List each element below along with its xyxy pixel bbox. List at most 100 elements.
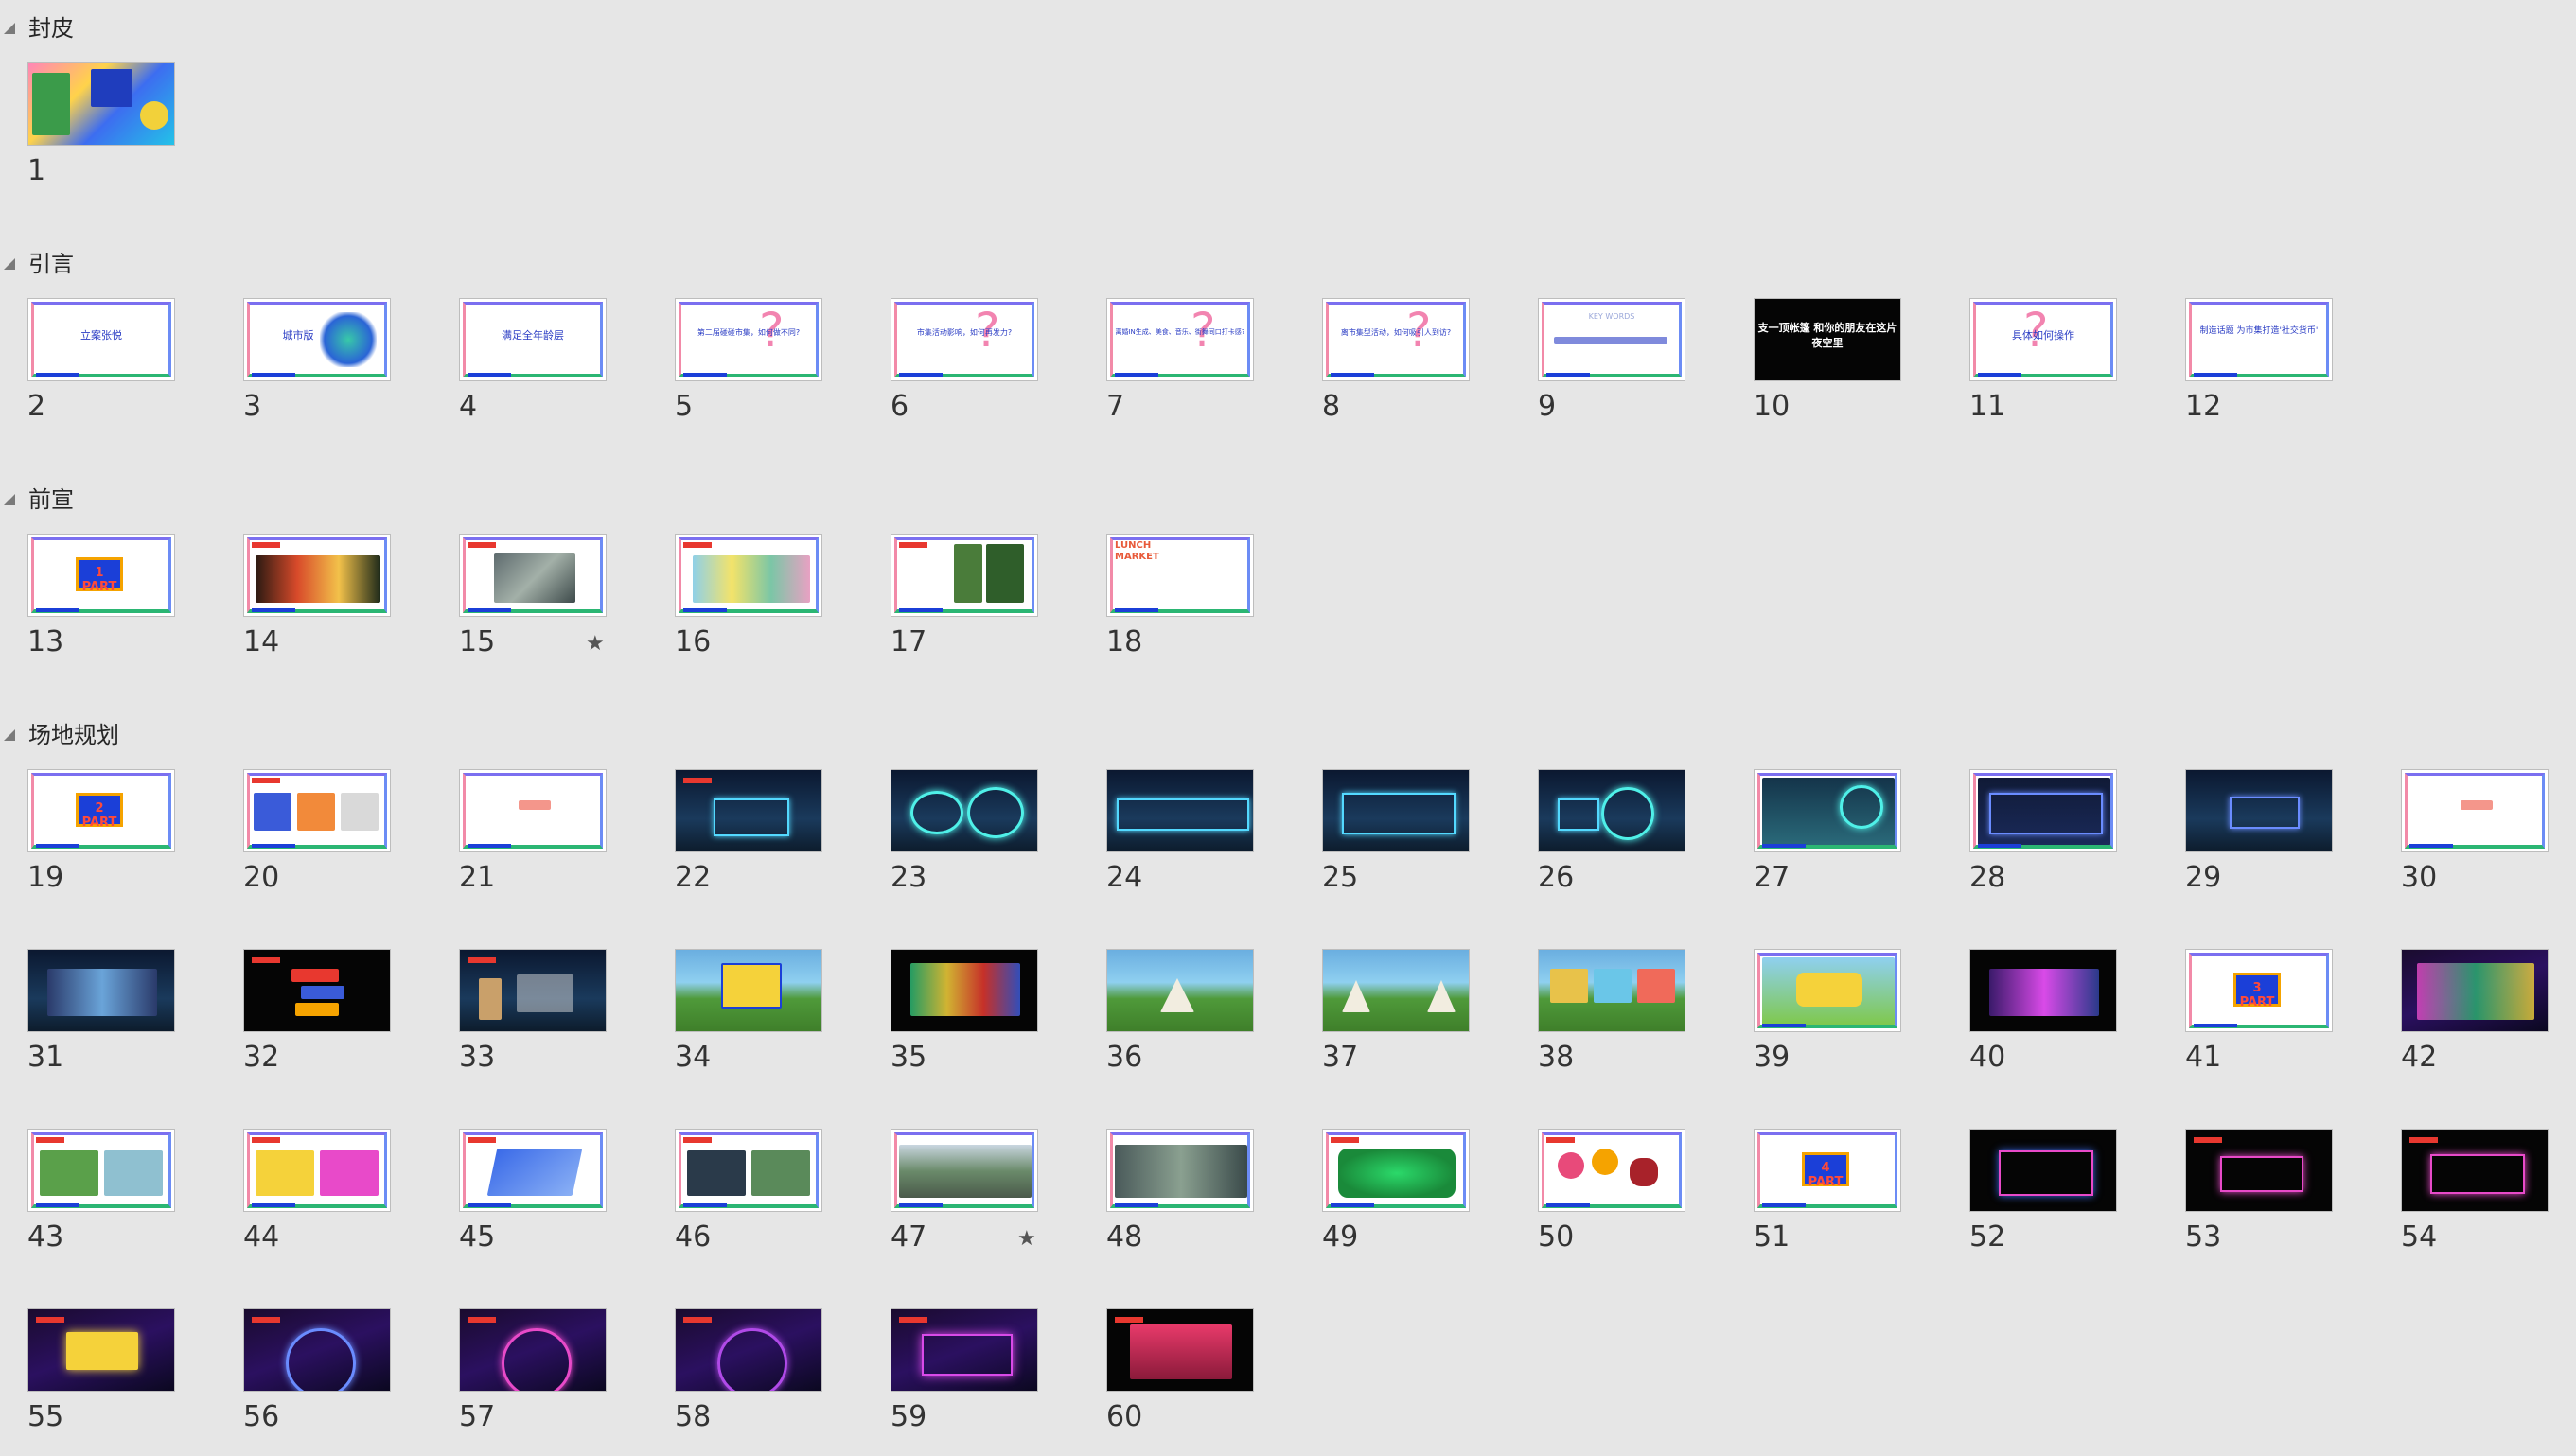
slide-image[interactable] (1322, 769, 1470, 852)
section-header[interactable]: 前宣 (0, 481, 379, 518)
slide-image[interactable] (891, 949, 1038, 1032)
slide-thumbnail[interactable]: 2 PART 19 (27, 769, 179, 911)
slide-thumbnail[interactable]: 15 ★ (459, 534, 610, 675)
slide-thumbnail[interactable]: LUNCH MARKET 18 (1106, 534, 1258, 675)
slide-thumbnail[interactable]: ? 离市集型活动，如何吸引人到访? 8 (1322, 298, 1473, 440)
slide-thumbnail[interactable]: 城市版 3 (243, 298, 395, 440)
slide-image[interactable]: LUNCH MARKET (1106, 534, 1254, 617)
slide-image[interactable] (675, 1129, 822, 1212)
slide-image[interactable] (891, 1129, 1038, 1212)
slide-image[interactable] (891, 1308, 1038, 1392)
slide-image[interactable] (2401, 949, 2549, 1032)
slide-thumbnail[interactable]: ? 具体如何操作 11 (1969, 298, 2121, 440)
slide-thumbnail[interactable]: 满足全年龄层 4 (459, 298, 610, 440)
slide-image[interactable]: ? 具体如何操作 (1969, 298, 2117, 381)
slide-thumbnail[interactable]: KEY WORDS 9 (1538, 298, 1689, 440)
slide-image[interactable] (459, 1308, 607, 1392)
slide-image[interactable] (675, 769, 822, 852)
slide-image[interactable] (1106, 1308, 1254, 1392)
slide-image[interactable] (2401, 1129, 2549, 1212)
slide-image[interactable] (459, 769, 607, 852)
slide-image[interactable] (1322, 949, 1470, 1032)
slide-thumbnail[interactable]: 30 (2401, 769, 2552, 911)
slide-thumbnail[interactable]: 22 (675, 769, 826, 911)
slide-thumbnail[interactable]: 36 (1106, 949, 1258, 1091)
slide-thumbnail[interactable]: 制造话题 为市集打造'社交货币' 12 (2185, 298, 2337, 440)
slide-image[interactable] (1538, 1129, 1685, 1212)
slide-thumbnail[interactable]: 49 (1322, 1129, 1473, 1271)
slide-image[interactable]: ? 第二届碰碰市集，如何做不同? (675, 298, 822, 381)
slide-thumbnail[interactable]: 32 (243, 949, 395, 1091)
slide-image[interactable] (1322, 1129, 1470, 1212)
section-header[interactable]: 封皮 (0, 9, 379, 47)
slide-image[interactable]: 制造话题 为市集打造'社交货币' (2185, 298, 2333, 381)
slide-thumbnail[interactable]: 26 (1538, 769, 1689, 911)
slide-image[interactable]: 1 PART (27, 534, 175, 617)
slide-image[interactable] (243, 769, 391, 852)
slide-image[interactable] (459, 534, 607, 617)
slide-thumbnail[interactable]: 16 (675, 534, 826, 675)
slide-image[interactable] (675, 949, 822, 1032)
slide-thumbnail[interactable]: 44 (243, 1129, 395, 1271)
slide-image[interactable]: ? 离市集型活动，如何吸引人到访? (1322, 298, 1470, 381)
slide-image[interactable] (243, 534, 391, 617)
slide-thumbnail[interactable]: 52 (1969, 1129, 2121, 1271)
slide-image[interactable] (1538, 949, 1685, 1032)
slide-thumbnail[interactable]: 28 (1969, 769, 2121, 911)
slide-thumbnail[interactable]: 3 PART 41 (2185, 949, 2337, 1091)
slide-image[interactable] (1754, 769, 1901, 852)
slide-image[interactable] (1106, 769, 1254, 852)
slide-thumbnail[interactable]: 40 (1969, 949, 2121, 1091)
slide-image[interactable]: 支一顶帐篷 和你的朋友在这片夜空里 (1754, 298, 1901, 381)
slide-image[interactable]: 4 PART (1754, 1129, 1901, 1212)
slide-image[interactable] (27, 1308, 175, 1392)
slide-image[interactable]: ? 离婚IN生成、美食、音乐、街舞同口打卡感? (1106, 298, 1254, 381)
slide-image[interactable] (1106, 1129, 1254, 1212)
slide-image[interactable] (2185, 1129, 2333, 1212)
slide-thumbnail[interactable]: 23 (891, 769, 1042, 911)
slide-image[interactable] (27, 1129, 175, 1212)
slide-thumbnail[interactable]: 56 (243, 1308, 395, 1450)
slide-image[interactable] (459, 1129, 607, 1212)
slide-thumbnail[interactable]: 58 (675, 1308, 826, 1450)
slide-thumbnail[interactable]: 立案张悦 2 (27, 298, 179, 440)
slide-thumbnail[interactable]: 48 (1106, 1129, 1258, 1271)
slide-image[interactable] (243, 1308, 391, 1392)
slide-thumbnail[interactable]: 37 (1322, 949, 1473, 1091)
slide-image[interactable] (27, 949, 175, 1032)
slide-image[interactable]: 满足全年龄层 (459, 298, 607, 381)
slide-thumbnail[interactable]: 29 (2185, 769, 2337, 911)
slide-thumbnail[interactable]: 55 (27, 1308, 179, 1450)
slide-image[interactable] (243, 949, 391, 1032)
section-header[interactable]: 场地规划 (0, 716, 379, 754)
slide-image[interactable] (675, 1308, 822, 1392)
slide-image[interactable] (243, 1129, 391, 1212)
slide-thumbnail[interactable]: ? 离婚IN生成、美食、音乐、街舞同口打卡感? 7 (1106, 298, 1258, 440)
slide-thumbnail[interactable]: 50 (1538, 1129, 1689, 1271)
slide-thumbnail[interactable]: 33 (459, 949, 610, 1091)
slide-image[interactable] (1754, 949, 1901, 1032)
slide-image[interactable] (459, 949, 607, 1032)
slide-thumbnail[interactable]: 60 (1106, 1308, 1258, 1450)
slide-image[interactable]: ? 市集活动影响，如何再发力? (891, 298, 1038, 381)
slide-image[interactable] (1106, 949, 1254, 1032)
slide-thumbnail[interactable]: 支一顶帐篷 和你的朋友在这片夜空里 10 (1754, 298, 1905, 440)
slide-image[interactable] (675, 534, 822, 617)
slide-thumbnail[interactable]: 57 (459, 1308, 610, 1450)
slide-image[interactable] (27, 62, 175, 146)
slide-thumbnail[interactable]: 17 (891, 534, 1042, 675)
slide-thumbnail[interactable]: 27 (1754, 769, 1905, 911)
slide-thumbnail[interactable]: 45 (459, 1129, 610, 1271)
slide-thumbnail[interactable]: 46 (675, 1129, 826, 1271)
slide-image[interactable] (2185, 769, 2333, 852)
slide-thumbnail[interactable]: 21 (459, 769, 610, 911)
collapse-triangle-icon[interactable] (4, 729, 15, 741)
slide-image[interactable] (1969, 769, 2117, 852)
slide-image[interactable]: 立案张悦 (27, 298, 175, 381)
section-header[interactable]: 引言 (0, 245, 379, 283)
slide-image[interactable]: 城市版 (243, 298, 391, 381)
slide-thumbnail[interactable]: 20 (243, 769, 395, 911)
slide-image[interactable] (2401, 769, 2549, 852)
collapse-triangle-icon[interactable] (4, 23, 15, 34)
slide-image[interactable]: 3 PART (2185, 949, 2333, 1032)
